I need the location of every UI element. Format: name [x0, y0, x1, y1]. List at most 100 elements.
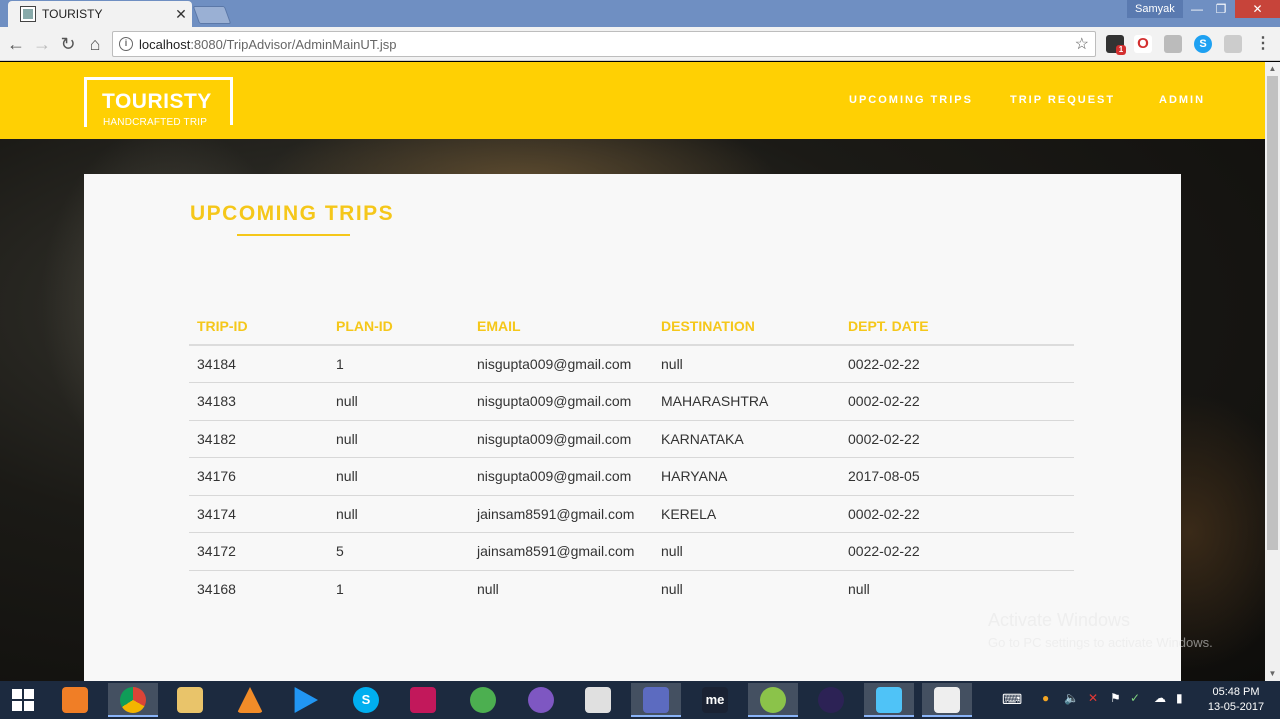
taskbar-file-explorer-icon[interactable]: [165, 683, 215, 717]
dept-date-cell: 0022-02-22: [840, 345, 1074, 383]
maximize-button[interactable]: ❐: [1207, 0, 1235, 18]
taskbar-torrent-icon[interactable]: [516, 683, 566, 717]
tray-check-icon[interactable]: ✓: [1130, 691, 1140, 705]
opera-icon[interactable]: O: [1134, 35, 1152, 53]
info-icon[interactable]: i: [119, 37, 133, 51]
browser-titlebar: TOURISTY ✕ Samyak — ❐ ✕: [0, 0, 1280, 27]
table-row: 34183 null nisgupta009@gmail.com MAHARASHTR…: [189, 382, 1074, 421]
flag-icon[interactable]: ⚑: [1110, 691, 1121, 705]
column-header-plan-id: PLAN-ID: [328, 307, 469, 346]
column-header-trip-id: TRIP-ID: [189, 307, 328, 346]
browser-tab[interactable]: TOURISTY ✕: [8, 1, 192, 27]
taskbar-clock[interactable]: 05:48 PM 13-05-2017: [1198, 685, 1274, 715]
taskbar-me-app-icon[interactable]: me: [690, 683, 740, 717]
bookmark-star-icon[interactable]: ☆: [1075, 34, 1089, 54]
taskbar-notepad-icon[interactable]: [573, 683, 623, 717]
dept-date-cell: null: [848, 581, 870, 597]
plan-id-cell: 5: [328, 532, 469, 571]
email-cell: nisgupta009@gmail.com: [469, 382, 653, 421]
email-cell: jainsam8591@gmail.com: [469, 495, 653, 533]
favicon-icon: [20, 6, 36, 22]
trip-id-cell: 34168: [197, 581, 236, 597]
taskbar-java-icon[interactable]: [922, 683, 972, 717]
column-header-destination: DESTINATION: [653, 307, 840, 346]
plan-id-cell: null: [328, 457, 469, 496]
logo-title: TOURISTY: [102, 90, 212, 113]
plan-id-cell: 1: [336, 581, 344, 597]
destination-cell: HARYANA: [653, 457, 840, 496]
trip-id-cell: 34172: [189, 532, 328, 571]
taskbar-screen-recorder-icon[interactable]: [398, 683, 448, 717]
taskbar-notepadpp-icon[interactable]: [748, 683, 798, 717]
reload-icon[interactable]: ↻: [58, 33, 78, 55]
tray-app-icon[interactable]: ●: [1042, 691, 1049, 705]
plan-id-cell: null: [328, 495, 469, 533]
title-underline: [237, 234, 350, 236]
site-logo[interactable]: TOURISTY HANDCRAFTED TRIP: [84, 77, 233, 128]
extension-gray-icon[interactable]: [1164, 35, 1182, 53]
network-error-icon[interactable]: ✕: [1088, 691, 1098, 705]
site-header: TOURISTY HANDCRAFTED TRIP UPCOMING TRIPS…: [0, 62, 1265, 139]
window-close-button[interactable]: ✕: [1235, 0, 1280, 18]
taskbar-photos-icon[interactable]: [864, 683, 914, 717]
menu-icon[interactable]: ⋮: [1254, 35, 1272, 53]
content-panel: UPCOMING TRIPS TRIP-ID PLAN-ID EMAIL DES…: [84, 174, 1181, 681]
destination-cell: null: [661, 581, 683, 597]
extension-image-icon[interactable]: [1224, 35, 1242, 53]
vertical-scrollbar[interactable]: ▲ ▼: [1265, 62, 1280, 681]
email-cell: jainsam8591@gmail.com: [469, 532, 653, 571]
plan-id-cell: null: [328, 382, 469, 421]
destination-cell: KARNATAKA: [653, 420, 840, 458]
taskbar-network-icon[interactable]: [458, 683, 508, 717]
keyboard-icon[interactable]: ⌨: [1002, 691, 1022, 708]
address-bar[interactable]: i localhost:8080/TripAdvisor/AdminMainUT…: [112, 31, 1096, 57]
column-header-dept-date: DEPT. DATE: [840, 307, 1074, 346]
email-cell: nisgupta009@gmail.com: [469, 420, 653, 458]
email-cell: nisgupta009@gmail.com: [469, 457, 653, 496]
new-tab-button[interactable]: [192, 6, 232, 24]
email-cell: nisgupta009@gmail.com: [469, 345, 653, 383]
taskbar-skype-icon[interactable]: S: [341, 683, 391, 717]
taskbar-app-manager-icon[interactable]: [50, 683, 100, 717]
home-icon[interactable]: ⌂: [85, 33, 105, 55]
trips-table: TRIP-ID PLAN-ID EMAIL DESTINATION DEPT. …: [189, 307, 1074, 608]
profile-button[interactable]: Samyak: [1127, 0, 1183, 18]
start-button[interactable]: [0, 681, 48, 719]
table-row: 34174 null jainsam8591@gmail.com KERELA 0002…: [189, 495, 1074, 533]
destination-cell: KERELA: [653, 495, 840, 533]
page-title: UPCOMING TRIPS: [190, 202, 395, 225]
table-row: 34168 1 null null null: [189, 570, 1074, 608]
skype-extension-icon[interactable]: S: [1194, 35, 1212, 53]
taskbar-vlc-icon[interactable]: [225, 683, 275, 717]
taskbar-mysql-icon[interactable]: [631, 683, 681, 717]
activate-windows-watermark: Activate Windows Go to PC settings to ac…: [988, 610, 1213, 650]
plan-id-cell: null: [328, 420, 469, 458]
volume-icon[interactable]: 🔈: [1064, 691, 1079, 705]
dept-date-cell: 0002-02-22: [840, 495, 1074, 533]
dept-date-cell: 2017-08-05: [840, 457, 1074, 496]
nav-trip-request[interactable]: TRIP REQUEST: [1010, 94, 1115, 106]
taskbar-chrome-icon[interactable]: [108, 683, 158, 717]
trip-id-cell: 34174: [189, 495, 328, 533]
destination-cell: MAHARASHTRA: [653, 382, 840, 421]
taskbar-eclipse-icon[interactable]: [806, 683, 856, 717]
plan-id-cell: 1: [328, 345, 469, 383]
scroll-down-icon[interactable]: ▼: [1265, 667, 1280, 681]
email-cell: null: [477, 581, 499, 597]
scrollbar-thumb[interactable]: [1267, 76, 1278, 550]
scroll-up-icon[interactable]: ▲: [1265, 62, 1280, 76]
nav-admin[interactable]: ADMIN: [1159, 94, 1205, 106]
nav-upcoming-trips[interactable]: UPCOMING TRIPS: [849, 94, 973, 106]
table-header-row: TRIP-ID PLAN-ID EMAIL DESTINATION DEPT. …: [189, 307, 1074, 346]
tray-cloud-icon[interactable]: ☁: [1154, 691, 1166, 705]
tab-close-icon[interactable]: ✕: [170, 6, 192, 23]
forward-icon[interactable]: →: [32, 33, 52, 55]
extension-badge: 1: [1116, 45, 1126, 55]
battery-icon[interactable]: ▮: [1176, 691, 1183, 705]
table-row: 34182 null nisgupta009@gmail.com KARNATAKA 0…: [189, 420, 1074, 458]
taskbar-media-player-icon[interactable]: [280, 683, 330, 717]
destination-cell: null: [653, 345, 840, 383]
trip-id-cell: 34182: [189, 420, 328, 458]
back-icon[interactable]: ←: [6, 33, 26, 55]
browser-toolbar: ← → ↻ ⌂ i localhost:8080/TripAdvisor/Adm…: [0, 27, 1280, 61]
